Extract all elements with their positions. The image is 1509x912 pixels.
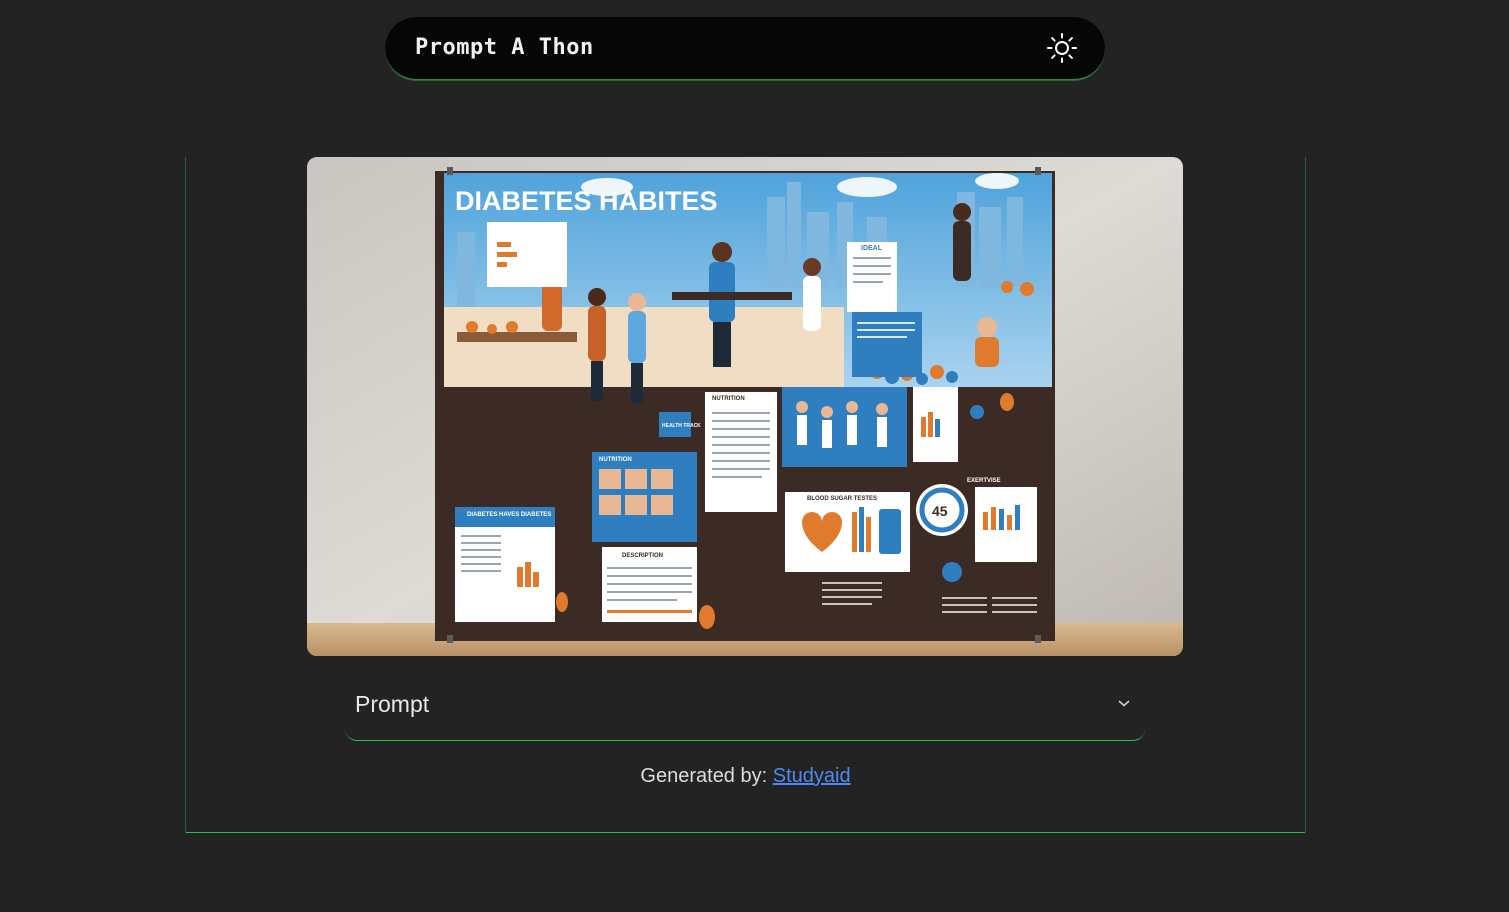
poster-title: DIABETES HABITES <box>455 186 718 216</box>
result-card: DIABETES HABITES IDEAL DIABETES HAVES DI… <box>185 157 1306 833</box>
poster-illustration: DIABETES HABITES IDEAL DIABETES HAVES DI… <box>307 157 1183 656</box>
svg-text:45: 45 <box>932 503 948 519</box>
svg-text:NUTRITION: NUTRITION <box>712 396 745 402</box>
svg-text:EXERTVISE: EXERTVISE <box>967 478 1001 484</box>
sun-icon[interactable] <box>1045 31 1079 65</box>
svg-text:IDEAL: IDEAL <box>861 245 883 252</box>
svg-text:DESCRIPTION: DESCRIPTION <box>622 553 663 559</box>
prompt-accordion-label: Prompt <box>355 691 430 717</box>
brand-title[interactable]: Prompt A Thon <box>415 35 594 60</box>
prompt-accordion[interactable]: Prompt <box>345 667 1145 741</box>
credit-prefix: Generated by: <box>640 765 773 787</box>
svg-text:HEALTH TRACK: HEALTH TRACK <box>662 423 701 429</box>
studyaid-link[interactable]: Studyaid <box>773 765 851 787</box>
chevron-down-icon[interactable] <box>1117 698 1131 708</box>
svg-text:NUTRITION: NUTRITION <box>599 457 632 463</box>
credit-line: Generated by: Studyaid <box>186 765 1305 788</box>
top-navbar: Prompt A Thon <box>385 17 1105 80</box>
svg-text:BLOOD SUGAR TESTES: BLOOD SUGAR TESTES <box>807 496 877 502</box>
svg-text:DIABETES HAVES DIABETES: DIABETES HAVES DIABETES <box>467 512 551 518</box>
generated-image[interactable]: DIABETES HABITES IDEAL DIABETES HAVES DI… <box>307 157 1183 656</box>
